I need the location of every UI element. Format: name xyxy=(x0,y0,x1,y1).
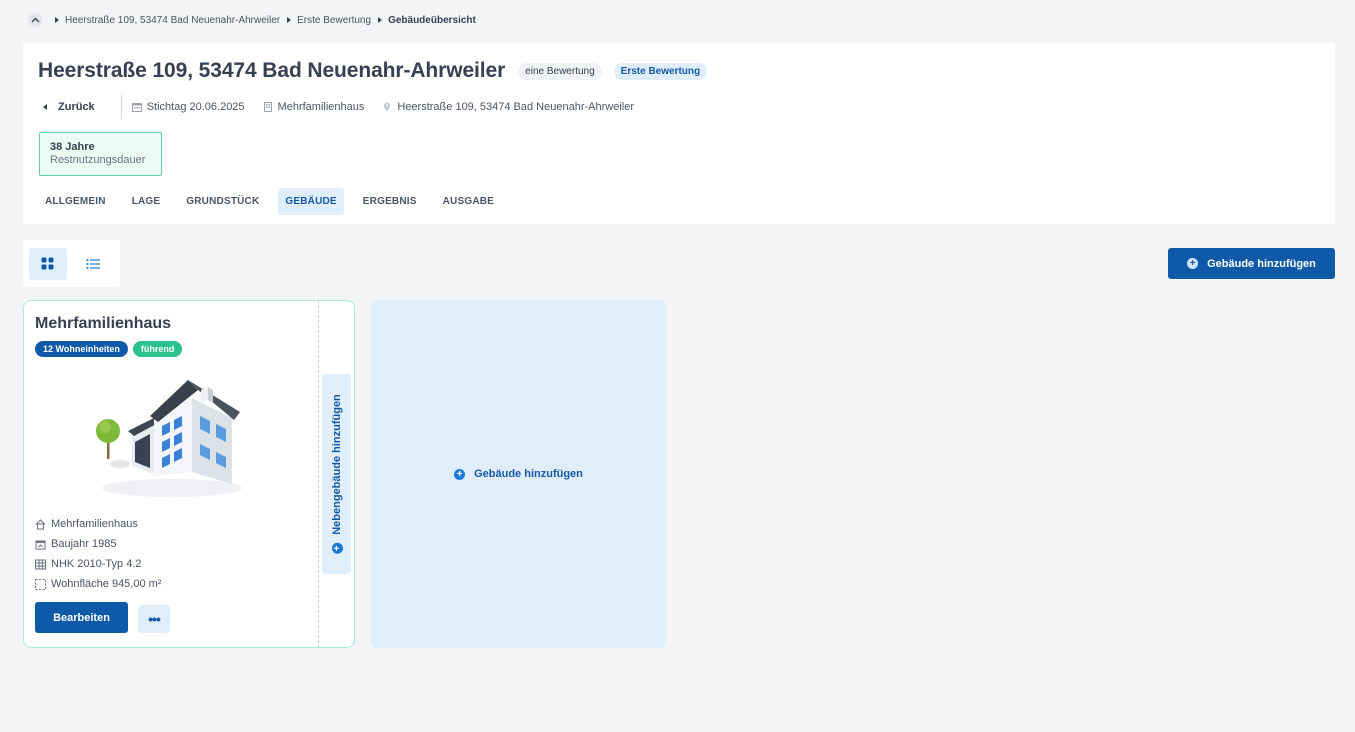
title-row: Heerstraße 109, 53474 Bad Neuenahr-Ahrwe… xyxy=(38,59,708,83)
house-icon xyxy=(35,518,46,529)
grid-icon xyxy=(41,257,54,270)
plus-circle-icon: + xyxy=(331,542,342,554)
view-toggle xyxy=(23,240,120,287)
tab-grundstueck[interactable]: GRUNDSTÜCK xyxy=(179,188,266,215)
tab-ergebnis[interactable]: ERGEBNIS xyxy=(356,188,424,215)
prop-type-text: Mehrfamilienhaus xyxy=(51,518,138,530)
edit-button[interactable]: Bearbeiten xyxy=(35,602,128,633)
list-icon xyxy=(86,258,101,269)
more-options-button[interactable]: ••• xyxy=(138,605,170,633)
chevron-up-icon[interactable] xyxy=(28,13,42,27)
stichtag-info: Stichtag 20.06.2025 xyxy=(131,101,245,113)
prop-area-text: Wohnfläche 945,00 m² xyxy=(51,578,162,590)
header-card: Heerstraße 109, 53474 Bad Neuenahr-Ahrwe… xyxy=(23,43,1335,224)
building-properties: Mehrfamilienhaus Baujahr 1985 NHK 2010-T… xyxy=(35,514,161,594)
add-secondary-building-label: Nebengebäude hinzufügen xyxy=(330,394,343,535)
back-button[interactable]: Zurück xyxy=(38,95,122,119)
map-pin-icon xyxy=(384,102,391,112)
building-badges: 12 Wohneinheiten führend xyxy=(35,341,187,357)
prop-year-text: Baujahr 1985 xyxy=(51,538,117,550)
more-dots-icon: ••• xyxy=(148,611,161,627)
prop-year: Baujahr 1985 xyxy=(35,534,161,554)
breadcrumb-item-bewertung[interactable]: Erste Bewertung xyxy=(297,15,371,26)
stichtag-text: Stichtag 20.06.2025 xyxy=(146,101,245,113)
table-icon xyxy=(35,559,46,569)
breadcrumb: Heerstraße 109, 53474 Bad Neuenahr-Ahrwe… xyxy=(28,12,476,28)
list-view-button[interactable] xyxy=(75,248,113,280)
add-building-button[interactable]: + Gebäude hinzufügen xyxy=(1168,248,1335,279)
add-building-panel-label: Gebäude hinzufügen xyxy=(474,468,583,480)
house-illustration xyxy=(96,380,242,497)
valuation-status-badge: Erste Bewertung xyxy=(613,62,708,80)
building-card: Mehrfamilienhaus 12 Wohneinheiten führen… xyxy=(23,300,318,648)
plus-circle-icon: + xyxy=(1187,258,1199,269)
secondary-building-panel: + Nebengebäude hinzufügen xyxy=(318,300,355,648)
page-title: Heerstraße 109, 53474 Bad Neuenahr-Ahrwe… xyxy=(38,59,506,82)
prop-area: Wohnfläche 945,00 m² xyxy=(35,574,161,594)
units-badge: 12 Wohneinheiten xyxy=(35,341,128,357)
restnutzungsdauer-value: 38 Jahre xyxy=(50,141,95,153)
add-secondary-building-button[interactable]: + Nebengebäude hinzufügen xyxy=(322,374,351,574)
tab-bar: ALLGEMEIN LAGE GRUNDSTÜCK GEBÄUDE ERGEBN… xyxy=(38,188,513,215)
breadcrumb-item-address[interactable]: Heerstraße 109, 53474 Bad Neuenahr-Ahrwe… xyxy=(65,15,280,26)
prop-type: Mehrfamilienhaus xyxy=(35,514,161,534)
meta-row: Zurück Stichtag 20.06.2025 Mehrfamilienh… xyxy=(38,95,652,119)
prop-nhk: NHK 2010-Typ 4.2 xyxy=(35,554,161,574)
plus-circle-icon: + xyxy=(454,468,466,480)
breadcrumb-separator-icon xyxy=(287,17,292,23)
add-building-button-label: Gebäude hinzufügen xyxy=(1207,257,1316,270)
add-building-panel[interactable]: + Gebäude hinzufügen xyxy=(371,300,666,648)
restnutzungsdauer-label: Restnutzungsdauer xyxy=(50,154,146,166)
building-card-title: Mehrfamilienhaus xyxy=(35,315,172,332)
building-icon xyxy=(263,102,272,112)
restnutzungsdauer-box: 38 Jahre Restnutzungsdauer xyxy=(39,132,162,176)
address-text: Heerstraße 109, 53474 Bad Neuenahr-Ahrwe… xyxy=(397,101,635,113)
breadcrumb-separator-icon xyxy=(378,17,383,23)
breadcrumb-item-current: Gebäudeübersicht xyxy=(388,14,476,26)
valuation-type-badge: eine Bewertung xyxy=(518,62,602,80)
lead-badge: führend xyxy=(132,341,183,357)
chevron-left-icon xyxy=(43,104,47,110)
address-info: Heerstraße 109, 53474 Bad Neuenahr-Ahrwe… xyxy=(382,101,634,113)
grid-view-button[interactable] xyxy=(29,247,67,280)
area-icon xyxy=(35,578,46,590)
breadcrumb-separator-icon xyxy=(55,17,59,23)
back-button-label: Zurück xyxy=(58,101,95,113)
building-type-info: Mehrfamilienhaus xyxy=(263,101,365,113)
add-secondary-building-content: + Nebengebäude hinzufügen xyxy=(331,394,343,554)
tab-gebaeude[interactable]: GEBÄUDE xyxy=(278,188,344,215)
tab-lage[interactable]: LAGE xyxy=(125,188,168,215)
calendar-house-icon xyxy=(35,540,46,549)
tab-ausgabe[interactable]: AUSGABE xyxy=(436,188,501,215)
prop-nhk-text: NHK 2010-Typ 4.2 xyxy=(51,558,142,570)
building-type-text: Mehrfamilienhaus xyxy=(277,101,365,113)
tab-allgemein[interactable]: ALLGEMEIN xyxy=(38,188,113,215)
calendar-icon xyxy=(131,103,142,112)
